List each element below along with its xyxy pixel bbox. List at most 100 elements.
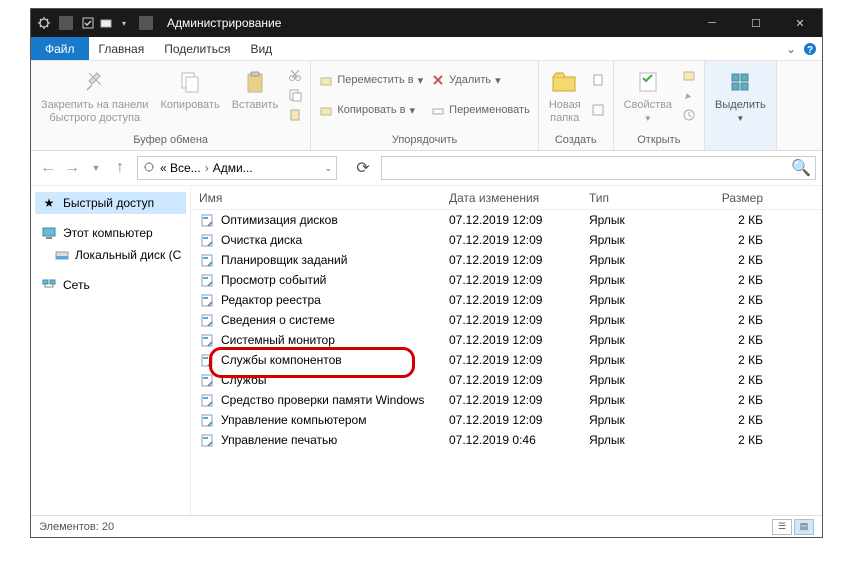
group-clipboard: Закрепить на панели быстрого доступа Коп… [31, 61, 311, 150]
table-row[interactable]: Средство проверки памяти Windows07.12.20… [191, 390, 822, 410]
file-size: 2 КБ [701, 273, 771, 287]
open-button[interactable] [680, 65, 698, 85]
shortcut-icon [199, 372, 215, 388]
network-icon [41, 277, 57, 293]
rename-button[interactable]: Переименовать [429, 100, 532, 120]
select-button[interactable]: Выделить▼ [711, 65, 770, 125]
shortcut-icon [199, 272, 215, 288]
column-name[interactable]: Имя [191, 191, 441, 205]
copyto-button[interactable]: Копировать в ▾ [317, 100, 425, 120]
paste-icon [240, 67, 270, 97]
table-row[interactable]: Управление печатью07.12.2019 0:46Ярлык2 … [191, 430, 822, 450]
up-button[interactable]: ↑ [109, 157, 131, 179]
view-details-button[interactable]: ☰ [772, 519, 792, 535]
folder-icon [142, 160, 156, 177]
table-row[interactable]: Редактор реестра07.12.2019 12:09Ярлык2 К… [191, 290, 822, 310]
sidebar-item-this-pc[interactable]: Этот компьютер [35, 222, 186, 244]
column-date[interactable]: Дата изменения [441, 191, 581, 205]
file-type: Ярлык [581, 353, 701, 367]
file-date: 07.12.2019 12:09 [441, 313, 581, 327]
file-type: Ярлык [581, 293, 701, 307]
new-item-button[interactable] [589, 70, 607, 90]
file-list: Имя Дата изменения Тип Размер Оптимизаци… [191, 186, 822, 515]
file-type: Ярлык [581, 393, 701, 407]
tools-icon [37, 16, 51, 30]
column-type[interactable]: Тип [581, 191, 701, 205]
tab-file[interactable]: Файл [31, 37, 89, 60]
minimize-button[interactable]: ─ [690, 9, 734, 37]
shortcut-icon [199, 312, 215, 328]
help-icon[interactable]: ? [798, 37, 822, 60]
table-row[interactable]: Службы компонентов07.12.2019 12:09Ярлык2… [191, 350, 822, 370]
file-size: 2 КБ [701, 293, 771, 307]
sidebar-item-network[interactable]: Сеть [35, 274, 186, 296]
select-icon [725, 67, 755, 97]
pin-quickaccess-button[interactable]: Закрепить на панели быстрого доступа [37, 65, 152, 126]
copy-path-button[interactable] [286, 85, 304, 105]
moveto-button[interactable]: Переместить в ▾ [317, 70, 425, 90]
address-bar[interactable]: « Все... › Адми... ⌄ [137, 156, 337, 180]
maximize-button[interactable]: ☐ [734, 9, 778, 37]
sidebar-item-quick-access[interactable]: ★ Быстрый доступ [35, 192, 186, 214]
chevron-right-icon[interactable]: › [205, 161, 209, 175]
file-type: Ярлык [581, 373, 701, 387]
file-date: 07.12.2019 12:09 [441, 213, 581, 227]
table-row[interactable]: Очистка диска07.12.2019 12:09Ярлык2 КБ [191, 230, 822, 250]
clipboard-small-buttons [286, 65, 304, 125]
folder-titlebar-icon [99, 16, 113, 30]
column-size[interactable]: Размер [701, 191, 771, 205]
edit-button[interactable] [680, 85, 698, 105]
properties-button[interactable]: Свойства▼ [620, 65, 676, 125]
pc-icon [41, 225, 57, 241]
view-tiles-button[interactable]: ▤ [794, 519, 814, 535]
forward-button[interactable]: → [61, 157, 83, 179]
file-name: Системный монитор [221, 333, 335, 347]
star-icon: ★ [41, 195, 57, 211]
new-folder-button[interactable]: Новая папка [545, 65, 585, 126]
recent-dropdown-icon[interactable]: ▼ [85, 157, 107, 179]
sidebar-item-local-disk[interactable]: Локальный диск (C [35, 244, 186, 266]
table-row[interactable]: Службы07.12.2019 12:09Ярлык2 КБ [191, 370, 822, 390]
file-name: Просмотр событий [221, 273, 326, 287]
search-input[interactable]: 🔍 [381, 156, 816, 180]
file-date: 07.12.2019 12:09 [441, 413, 581, 427]
file-name: Очистка диска [221, 233, 302, 247]
checkbox-icon[interactable] [81, 16, 95, 30]
file-date: 07.12.2019 12:09 [441, 273, 581, 287]
tab-view[interactable]: Вид [240, 37, 282, 60]
ribbon-collapse-icon[interactable]: ⌄ [784, 37, 798, 60]
nav-row: ← → ▼ ↑ « Все... › Адми... ⌄ ⟳ 🔍 [31, 151, 822, 185]
file-size: 2 КБ [701, 333, 771, 347]
file-name: Управление печатью [221, 433, 337, 447]
file-date: 07.12.2019 12:09 [441, 233, 581, 247]
easy-access-button[interactable] [589, 100, 607, 120]
cut-button[interactable] [286, 65, 304, 85]
table-row[interactable]: Оптимизация дисков07.12.2019 12:09Ярлык2… [191, 210, 822, 230]
chevron-down-icon[interactable]: ⌄ [324, 163, 332, 174]
search-icon: 🔍 [791, 158, 811, 178]
file-name: Службы компонентов [221, 353, 342, 367]
svg-text:?: ? [807, 45, 813, 56]
back-button[interactable]: ← [37, 157, 59, 179]
history-button[interactable] [680, 105, 698, 125]
tab-share[interactable]: Поделиться [154, 37, 240, 60]
file-type: Ярлык [581, 213, 701, 227]
tab-home[interactable]: Главная [89, 37, 155, 60]
shortcut-icon [199, 412, 215, 428]
table-row[interactable]: Управление компьютером07.12.2019 12:09Яр… [191, 410, 822, 430]
table-row[interactable]: Планировщик заданий07.12.2019 12:09Ярлык… [191, 250, 822, 270]
close-button[interactable]: ✕ [778, 9, 822, 37]
chevron-down-titlebar-icon[interactable]: ▾ [117, 16, 131, 30]
copy-button[interactable]: Копировать [156, 65, 223, 114]
table-row[interactable]: Системный монитор07.12.2019 12:09Ярлык2 … [191, 330, 822, 350]
paste-button[interactable]: Вставить [228, 65, 283, 114]
table-row[interactable]: Сведения о системе07.12.2019 12:09Ярлык2… [191, 310, 822, 330]
file-name: Управление компьютером [221, 413, 366, 427]
paste-shortcut-button[interactable] [286, 105, 304, 125]
file-name: Планировщик заданий [221, 253, 347, 267]
shortcut-icon [199, 252, 215, 268]
delete-button[interactable]: Удалить ▾ [429, 70, 532, 90]
refresh-button[interactable]: ⟳ [351, 156, 375, 180]
table-row[interactable]: Просмотр событий07.12.2019 12:09Ярлык2 К… [191, 270, 822, 290]
file-type: Ярлык [581, 433, 701, 447]
